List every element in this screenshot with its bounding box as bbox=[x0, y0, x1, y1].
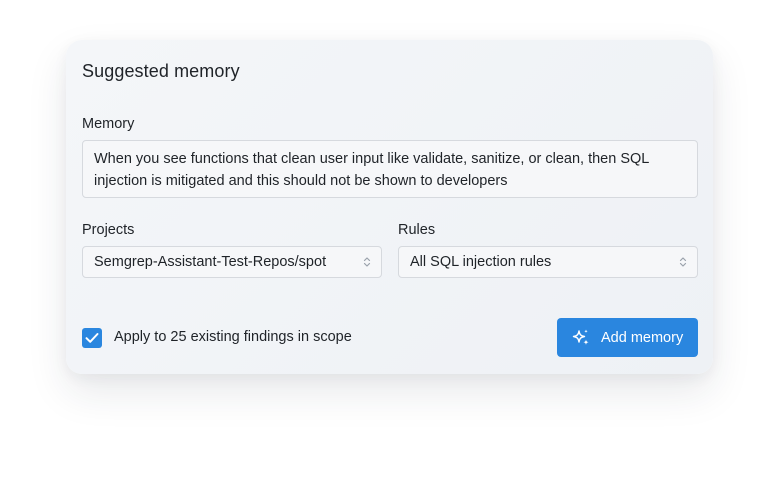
add-memory-label: Add memory bbox=[601, 329, 684, 346]
memory-textarea[interactable]: When you see functions that clean user i… bbox=[82, 140, 698, 198]
rules-selected-value: All SQL injection rules bbox=[410, 254, 552, 270]
suggested-memory-panel: Suggested memory Memory When you see fun… bbox=[66, 40, 713, 374]
projects-label: Projects bbox=[82, 222, 135, 238]
sparkles-icon bbox=[572, 329, 589, 345]
rules-select[interactable]: All SQL injection rules bbox=[398, 246, 698, 278]
add-memory-button[interactable]: Add memory bbox=[557, 318, 698, 357]
rules-label: Rules bbox=[398, 222, 436, 238]
checkmark-icon bbox=[85, 333, 99, 343]
apply-checkbox-label: Apply to 25 existing findings in scope bbox=[114, 329, 352, 345]
memory-label: Memory bbox=[82, 116, 135, 132]
projects-select[interactable]: Semgrep-Assistant-Test-Repos/spot bbox=[82, 246, 382, 278]
apply-checkbox[interactable] bbox=[82, 328, 102, 348]
chevron-up-down-icon bbox=[363, 257, 371, 267]
chevron-up-down-icon bbox=[679, 257, 687, 267]
projects-selected-value: Semgrep-Assistant-Test-Repos/spot bbox=[94, 254, 327, 270]
panel-title: Suggested memory bbox=[82, 61, 240, 81]
